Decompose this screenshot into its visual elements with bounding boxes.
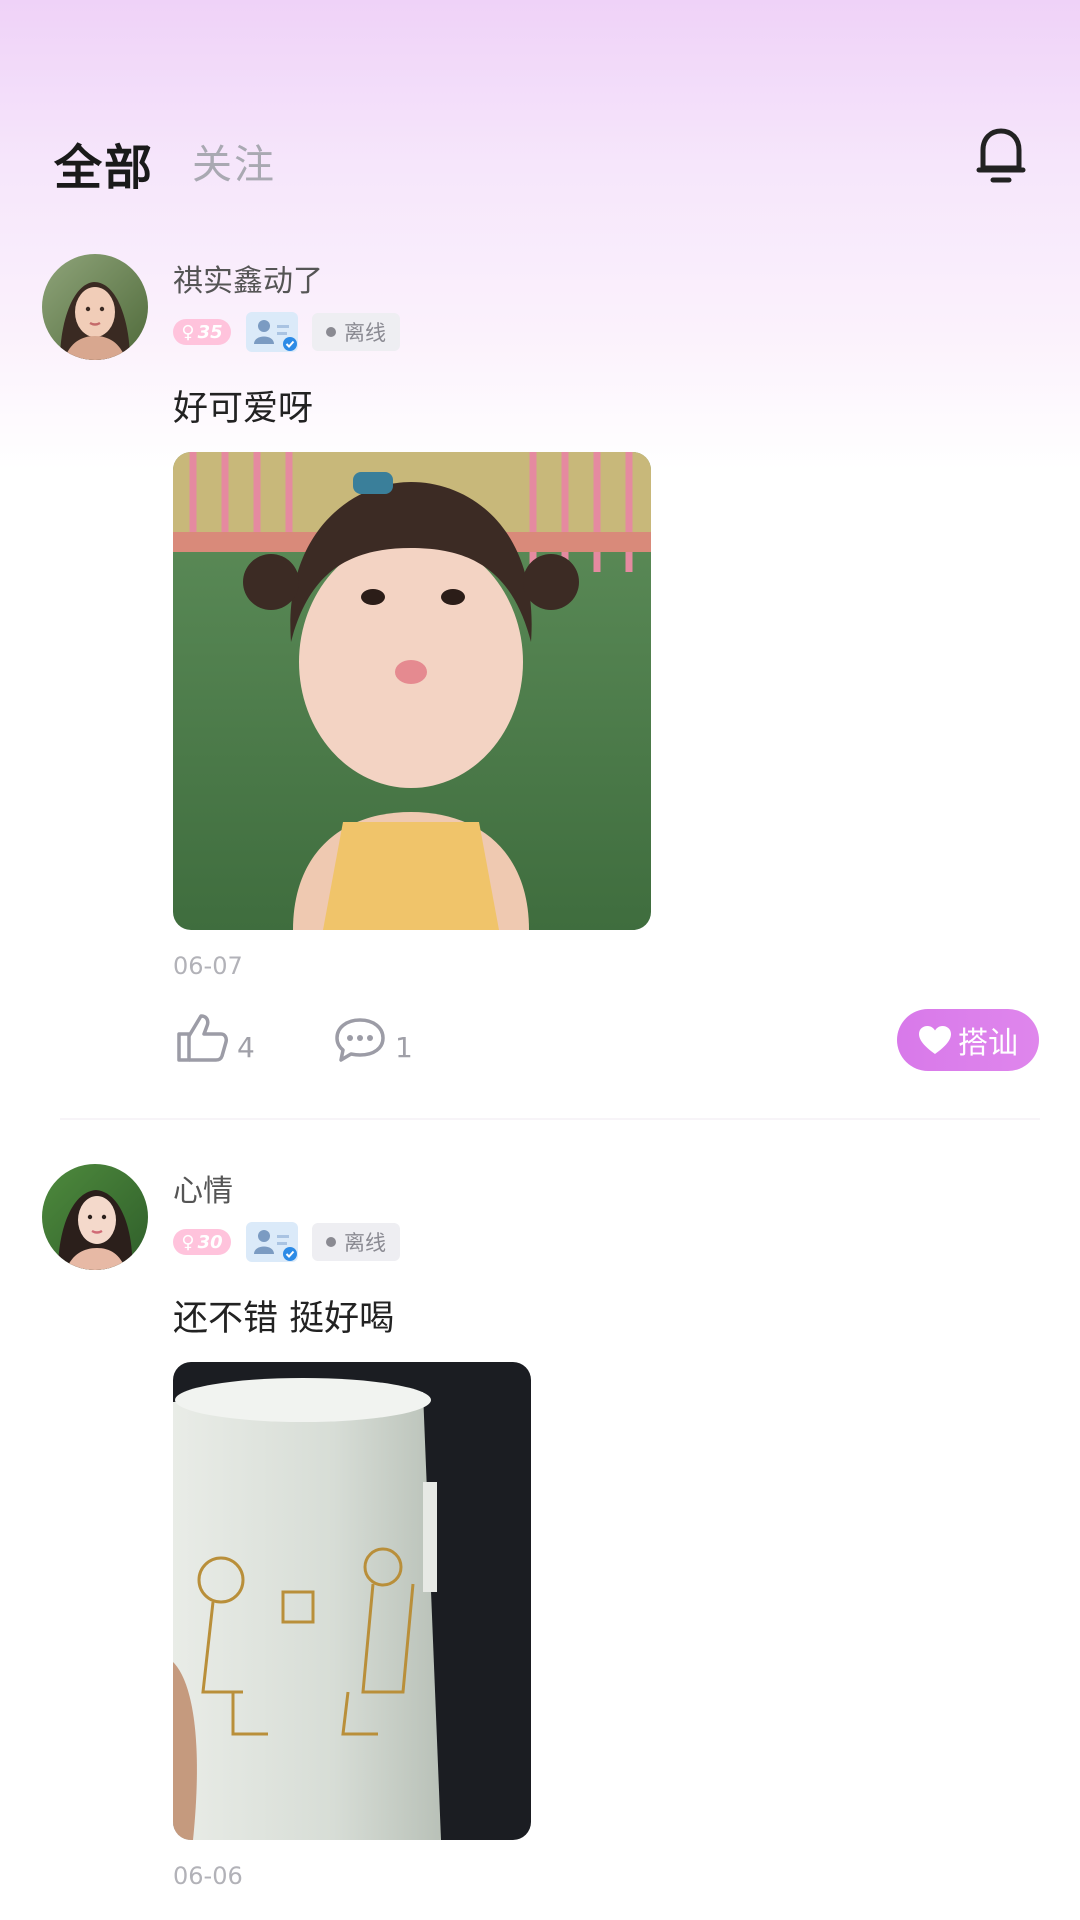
post-date: 06-07 — [173, 952, 243, 980]
age-value: 30 — [197, 1231, 223, 1253]
heart-icon — [919, 1026, 951, 1054]
status-dot — [326, 1237, 336, 1247]
header-background — [0, 0, 1080, 470]
age-value: 35 — [197, 321, 223, 343]
verified-id-icon — [246, 312, 298, 352]
comment-icon — [335, 1018, 385, 1062]
like-count: 4 — [237, 1031, 255, 1064]
user-badges: ♀ 30 离线 — [173, 1222, 400, 1262]
post-photo[interactable] — [173, 452, 651, 930]
age-badge: ♀ 30 — [173, 1229, 231, 1255]
post-date: 06-06 — [173, 1862, 243, 1890]
status-badge: 离线 — [312, 1223, 400, 1261]
bell-icon[interactable] — [974, 126, 1028, 186]
status-text: 离线 — [344, 1231, 386, 1255]
avatar[interactable] — [42, 1164, 148, 1270]
status-badge: 离线 — [312, 313, 400, 351]
avatar[interactable] — [42, 254, 148, 360]
like-button[interactable]: 4 — [175, 1012, 255, 1064]
post-photo[interactable] — [173, 1362, 531, 1840]
age-badge: ♀ 35 — [173, 319, 231, 345]
username[interactable]: 心情 — [173, 1166, 233, 1210]
tab-following[interactable]: 关注 — [192, 132, 276, 190]
greet-button[interactable]: 搭讪 — [897, 1009, 1039, 1071]
comment-button[interactable]: 1 — [333, 1016, 413, 1064]
female-icon: ♀ — [181, 321, 195, 343]
post-text: 好可爱呀 — [173, 389, 314, 429]
greet-label: 搭讪 — [958, 1026, 1018, 1061]
post-divider — [60, 1118, 1040, 1120]
status-dot — [326, 327, 336, 337]
thumbs-up-icon — [177, 1014, 228, 1062]
top-bar: 全部 关注 — [0, 120, 1080, 200]
verified-id-icon — [246, 1222, 298, 1262]
status-text: 离线 — [344, 321, 386, 345]
post-text: 还不错 挺好喝 — [173, 1299, 395, 1339]
comment-count: 1 — [395, 1031, 413, 1064]
user-badges: ♀ 35 离线 — [173, 312, 400, 352]
female-icon: ♀ — [181, 1231, 195, 1253]
tab-all[interactable]: 全部 — [54, 128, 154, 198]
username[interactable]: 祺实鑫动了 — [173, 256, 323, 300]
